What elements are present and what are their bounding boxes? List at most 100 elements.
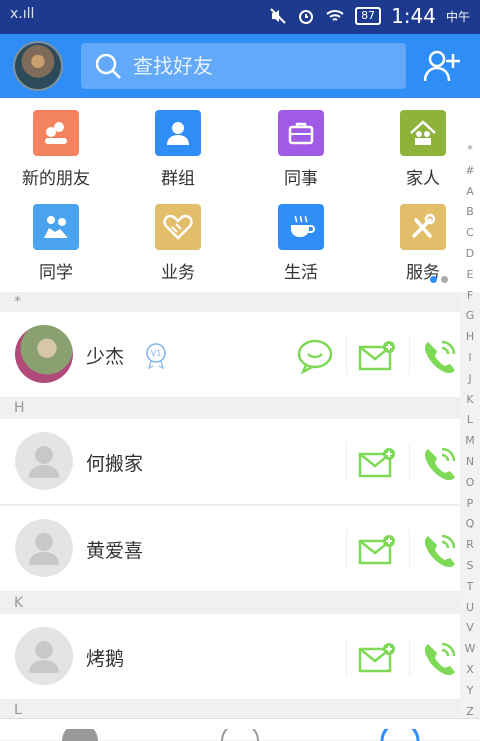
contact-row[interactable]: 少杰 V1	[0, 312, 460, 398]
category-new-friends[interactable]: 新的朋友	[11, 110, 101, 189]
category-family[interactable]: 家人	[378, 110, 468, 189]
contact-avatar	[15, 627, 73, 685]
category-group[interactable]: 群组	[133, 110, 223, 189]
contacts-tab-icon[interactable]	[220, 729, 260, 741]
service-icon	[400, 204, 446, 250]
category-life[interactable]: 生活	[256, 204, 346, 283]
battery-level: 87	[355, 7, 382, 25]
index-letter[interactable]: A	[460, 182, 480, 203]
index-letter[interactable]: Y	[460, 681, 480, 702]
signal-indicator: x.ıll	[10, 6, 35, 22]
sms-icon[interactable]	[357, 530, 397, 570]
contact-name: 少杰	[86, 346, 125, 368]
contact-name: 烤鹅	[86, 648, 125, 670]
index-letter[interactable]: O	[460, 473, 480, 494]
index-letter[interactable]: I	[460, 348, 480, 369]
life-icon	[278, 204, 324, 250]
contact-row[interactable]: 烤鹅	[0, 614, 460, 700]
index-letter[interactable]: K	[460, 390, 480, 411]
category-label: 家人	[406, 169, 440, 189]
messages-tab-icon[interactable]	[60, 729, 100, 741]
vip-badge-icon: V1	[146, 343, 166, 369]
call-icon[interactable]	[420, 336, 460, 376]
contact-avatar	[15, 325, 73, 383]
index-letter[interactable]: #	[460, 161, 480, 182]
group-icon	[155, 110, 201, 156]
index-letter[interactable]: D	[460, 244, 480, 265]
index-letter[interactable]: S	[460, 556, 480, 577]
index-letter[interactable]: P	[460, 494, 480, 515]
contact-avatar	[15, 432, 73, 490]
contact-row[interactable]: 何搬家	[0, 419, 460, 505]
category-colleague[interactable]: 同事	[256, 110, 346, 189]
contact-row[interactable]: 黄爱喜	[0, 506, 460, 592]
call-icon[interactable]	[420, 530, 460, 570]
section-header: K	[0, 593, 460, 613]
index-letter[interactable]: M	[460, 431, 480, 452]
index-letter[interactable]: *	[460, 140, 480, 161]
index-letter[interactable]: B	[460, 202, 480, 223]
index-letter[interactable]: Q	[460, 514, 480, 535]
index-letter[interactable]: U	[460, 598, 480, 619]
mute-icon	[270, 8, 286, 24]
action-divider	[409, 638, 410, 676]
vip-badge-label: V1	[151, 349, 162, 358]
page-dot-active	[430, 276, 437, 283]
section-header: H	[0, 398, 460, 418]
page-dot	[441, 276, 448, 283]
alphabet-index[interactable]: * # A B C D E F G H I J K L M N O P Q R S T U V W X Y Z	[460, 140, 480, 722]
index-letter[interactable]: H	[460, 327, 480, 348]
category-label: 服务	[406, 263, 440, 283]
category-service[interactable]: 服务	[378, 204, 468, 283]
contact-name: 何搬家	[86, 453, 144, 475]
call-icon[interactable]	[420, 638, 460, 678]
call-icon[interactable]	[420, 443, 460, 483]
user-avatar[interactable]	[13, 41, 63, 91]
index-letter[interactable]: Z	[460, 702, 480, 723]
contact-name: 黄爱喜	[86, 540, 144, 562]
sms-icon[interactable]	[357, 336, 397, 376]
wifi-icon	[326, 10, 344, 21]
clock-period: 中午	[445, 9, 470, 24]
index-letter[interactable]: R	[460, 535, 480, 556]
category-label: 同学	[39, 263, 73, 283]
index-letter[interactable]: X	[460, 660, 480, 681]
business-icon	[155, 204, 201, 250]
category-grid: 新的朋友 群组 同事 家人 同学 业务 生活 服务	[0, 98, 480, 292]
contact-avatar	[15, 519, 73, 577]
chat-icon[interactable]	[295, 336, 335, 376]
category-label: 新的朋友	[22, 169, 90, 189]
index-letter[interactable]: N	[460, 452, 480, 473]
index-letter[interactable]: J	[460, 369, 480, 390]
category-label: 生活	[284, 263, 318, 283]
sms-icon[interactable]	[357, 638, 397, 678]
action-divider	[346, 638, 347, 676]
colleague-icon	[278, 110, 324, 156]
alarm-icon	[299, 10, 314, 24]
bottom-tab-bar	[0, 718, 480, 741]
action-divider	[409, 336, 410, 374]
index-letter[interactable]: F	[460, 286, 480, 307]
status-bar: x.ıll 87 1:44 中午	[0, 0, 480, 34]
sms-icon[interactable]	[357, 443, 397, 483]
category-label: 业务	[161, 263, 195, 283]
index-letter[interactable]: L	[460, 410, 480, 431]
action-divider	[409, 443, 410, 481]
index-letter[interactable]: V	[460, 618, 480, 639]
index-letter[interactable]: W	[460, 639, 480, 660]
category-business[interactable]: 业务	[133, 204, 223, 283]
index-letter[interactable]: G	[460, 306, 480, 327]
discover-tab-icon[interactable]	[380, 729, 420, 741]
index-letter[interactable]: C	[460, 223, 480, 244]
add-friend-icon[interactable]	[422, 46, 462, 86]
index-letter[interactable]: E	[460, 265, 480, 286]
section-header: *	[0, 292, 460, 312]
category-classmate[interactable]: 同学	[11, 204, 101, 283]
search-input[interactable]	[133, 54, 373, 78]
index-letter[interactable]: T	[460, 577, 480, 598]
category-label: 同事	[284, 169, 318, 189]
clock-time: 1:44	[391, 4, 436, 28]
section-header: L	[0, 700, 460, 720]
search-bar[interactable]	[81, 43, 406, 89]
action-divider	[409, 530, 410, 568]
